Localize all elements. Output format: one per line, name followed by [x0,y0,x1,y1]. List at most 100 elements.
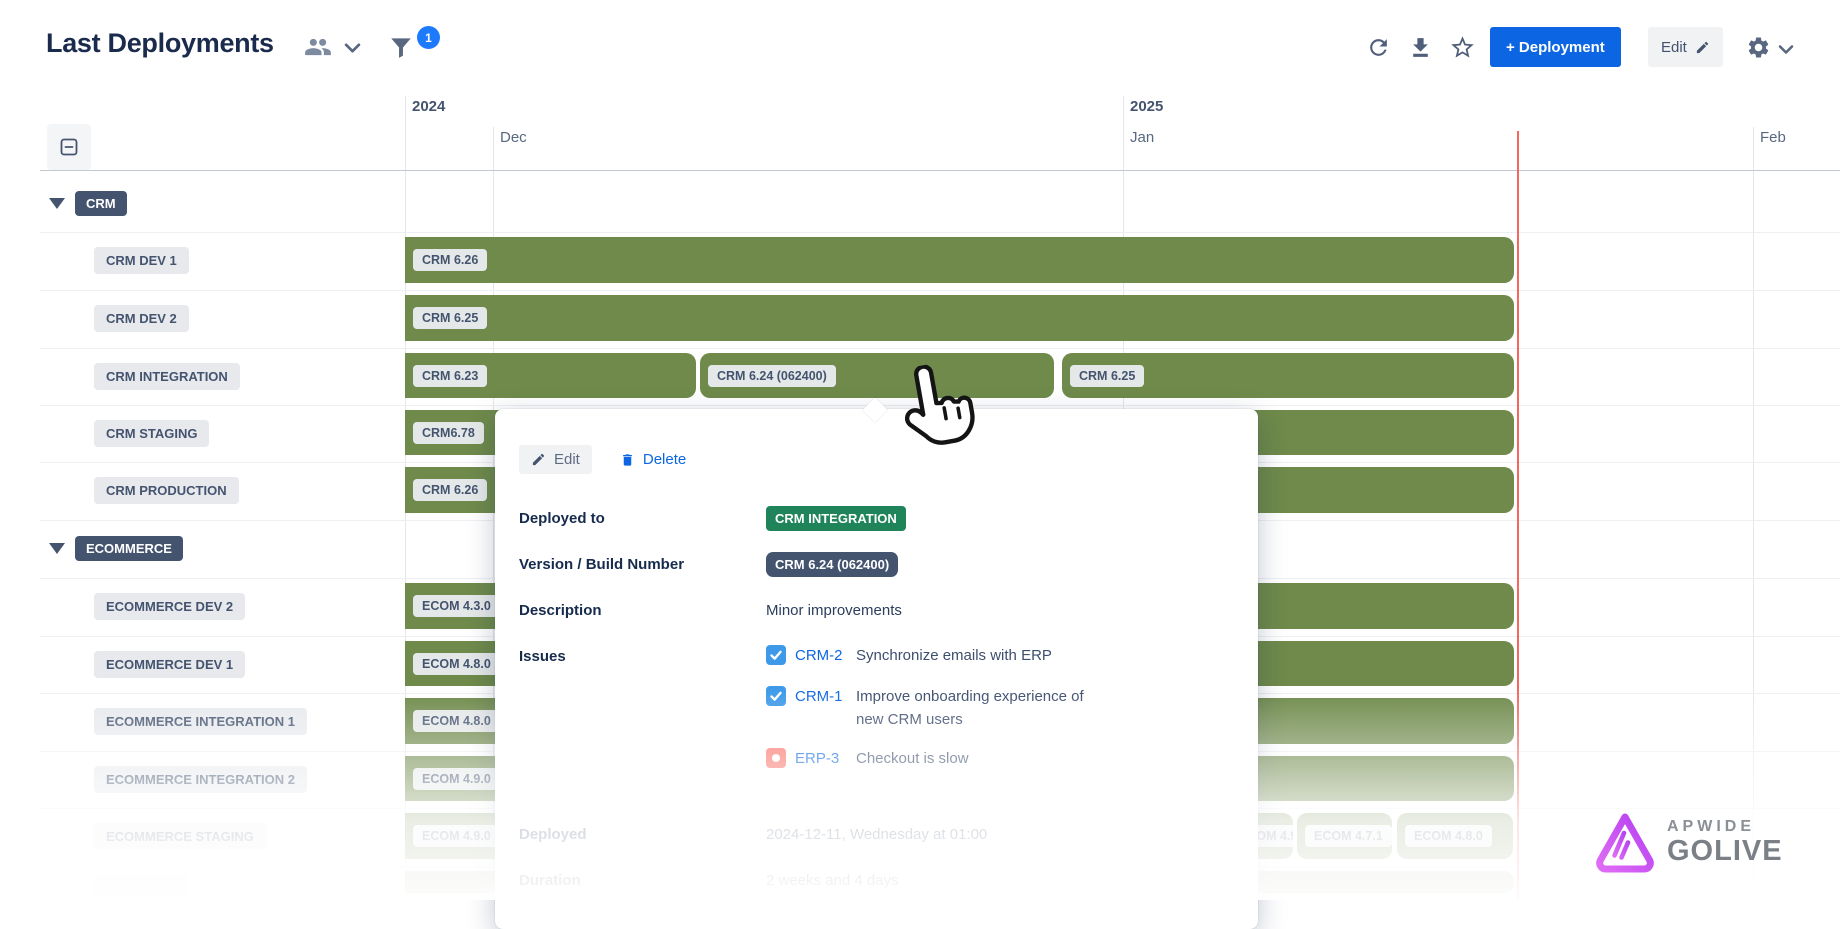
issue-summary: Synchronize emails with ERP [856,644,1052,667]
month-label: Feb [1760,129,1786,146]
popup-field: Deployed2024-12-11, Wednesday at 01:00 [519,822,1230,847]
popup-delete-label: Delete [643,451,686,468]
issue-row: ERP-3Checkout is slow [766,747,1084,772]
settings-gear-button[interactable] [1746,35,1771,60]
filter-button[interactable]: 1 [388,28,440,64]
popup-field: Deployed toCRM INTEGRATION [519,506,1230,531]
deployment-details-popup: Edit Delete Deployed toCRM INTEGRATION Ve… [495,409,1258,929]
deployment-bar-label: CRM 6.25 [1070,365,1144,387]
deployment-bar[interactable]: CRM 6.25 [1062,353,1514,398]
hand-pointer-cursor [886,358,982,461]
row-divider [40,290,1840,291]
year-label: 2025 [1130,98,1163,115]
deployment-bar-label: ECOM 4.8.0 [1405,825,1492,847]
popup-field-label: Deployed to [519,506,766,531]
row-divider [40,232,1840,233]
collapse-minus-icon [60,138,78,156]
timeline-header-divider [40,170,1840,171]
issue-summary: Improve onboarding experience of new CRM… [856,685,1084,731]
group-expander-triangle[interactable] [49,543,65,554]
edit-mode-button[interactable]: Edit [1648,27,1723,67]
popup-field: DescriptionMinor improvements [519,598,1230,623]
settings-chevron-down-icon[interactable] [1778,44,1794,55]
group-badge[interactable]: CRM [75,191,127,216]
add-deployment-button[interactable]: + Deployment [1490,27,1621,67]
popup-actions: Edit Delete [519,445,1230,474]
deployment-bar[interactable]: CRM 6.23 [405,353,696,398]
issue-done-checkbox-icon [766,686,786,710]
shared-users-icon[interactable] [304,33,332,61]
popup-edit-button[interactable]: Edit [519,445,592,474]
month-gridline [1753,127,1754,900]
version-badge: CRM 6.24 (062400) [766,552,898,577]
collapse-all-button[interactable] [47,124,91,170]
popup-field-label: Description [519,598,766,623]
deployment-bar-label: CRM 6.26 [413,249,487,271]
popup-edit-label: Edit [554,451,580,468]
environment-label-pill[interactable]: CRM DEV 1 [94,247,189,274]
environment-label-pill[interactable]: ECOMMERCE DEV 2 [94,593,245,620]
today-line [1517,131,1519,900]
environment-label-pill[interactable]: CRM PRODUCTION [94,477,239,504]
popup-field-label: Version / Build Number [519,552,766,577]
refresh-button[interactable] [1366,35,1391,60]
row-divider [40,348,1840,349]
apwide-golive-logo: APWIDE GOLIVE [1593,810,1783,874]
environment-label-pill[interactable]: CRM STAGING [94,420,209,447]
environment-label-pill[interactable]: ECOMMERCE STAGING [94,823,266,850]
trash-icon [620,452,635,468]
filter-count-badge: 1 [417,26,440,49]
month-label: Dec [500,129,527,146]
popup-field-value: 2 weeks and 4 days [766,868,899,893]
environment-label-pill[interactable]: CRM INTEGRATION [94,363,240,390]
issue-done-checkbox-icon [766,645,786,669]
deployment-bar-label: ECOM 4.7.1 [1305,825,1392,847]
popup-field: Duration2 weeks and 4 days [519,868,1230,893]
pencil-icon [531,452,546,467]
edit-mode-label: Edit [1661,39,1687,56]
popup-field: IssuesCRM-2Synchronize emails with ERPCR… [519,644,1230,788]
pencil-icon [1695,40,1710,55]
deployment-bar-label: CRM6.78 [413,422,484,444]
deployment-bar-label: ECOM 4.8.0 [413,653,500,675]
group-expander-triangle[interactable] [49,198,65,209]
deployment-bar[interactable]: ECOM 4.8.0 [1397,813,1513,859]
logo-apwide-text: APWIDE [1667,818,1783,836]
golive-triangle-icon [1593,810,1657,874]
deployment-bar[interactable]: CRM 6.24 (062400) [700,353,1054,398]
environment-label-pill[interactable]: ECOMMERCE INTEGRATION 1 [94,708,307,735]
issue-key-link[interactable]: CRM-2 [795,644,847,667]
deployment-bar-label: ECOM 4.9.0 [413,825,500,847]
popup-field-value: Minor improvements [766,598,902,623]
popup-field-label: Duration [519,868,766,893]
deployment-bar-label: CRM 6.24 (062400) [708,365,836,387]
popup-delete-button[interactable]: Delete [608,445,698,474]
issue-bug-icon [766,748,786,772]
environment-label-pill[interactable]: CRM DEV 2 [94,305,189,332]
deployment-bar-label: CRM 6.25 [413,307,487,329]
deployment-bar-label: ECOM 4.3.0 [413,595,500,617]
toolbar: Last Deployments 1 + Deployment Edit [0,0,1840,95]
popup-field-value: 2024-12-11, Wednesday at 01:00 [766,822,987,847]
environment-label-pill-ghost [94,874,188,898]
deployment-bar[interactable]: CRM 6.25 [405,295,1514,341]
deployment-bar[interactable]: CRM 6.26 [405,237,1514,283]
issue-key-link[interactable]: CRM-1 [795,685,847,708]
title-chevron-down-icon[interactable] [344,42,361,54]
golive-timeline-app: Last Deployments 1 + Deployment Edit [0,0,1840,900]
popup-field-label: Issues [519,644,766,669]
deployment-bar[interactable]: ECOM 4.7.1 [1297,813,1392,859]
environment-label-pill[interactable]: ECOMMERCE DEV 1 [94,651,245,678]
deployment-bar-label: ECOM 4.8.0 [413,710,500,732]
export-download-button[interactable] [1408,35,1433,60]
issue-done-checkbox-icon [766,686,786,706]
deployment-bar-label: ECOM 4.9.0 [413,768,500,790]
group-badge[interactable]: ECOMMERCE [75,536,183,561]
issue-list: CRM-2 Synchronize emails with ERP CRM-1 Imp… [766,644,1084,788]
page-title: Last Deployments [46,28,274,59]
popup-fields: Deployed toCRM INTEGRATION Version / Buil… [519,506,1230,893]
environment-label-pill[interactable]: ECOMMERCE INTEGRATION 2 [94,766,307,793]
issue-row: CRM-1 Improve onboarding experience of ne… [766,685,1084,731]
favorite-star-button[interactable] [1449,34,1476,61]
issue-key-link[interactable]: ERP-3 [795,747,847,770]
